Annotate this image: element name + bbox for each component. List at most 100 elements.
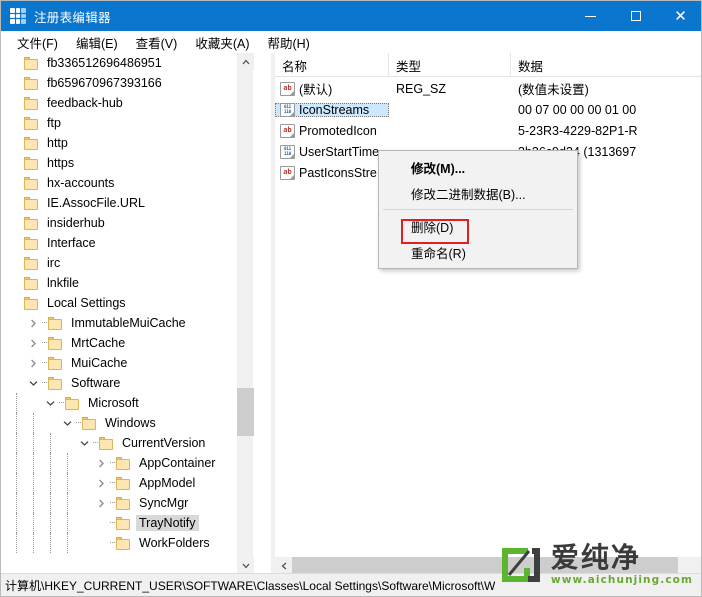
tree-node-currentversion[interactable]: CurrentVersion [1, 433, 253, 453]
tree-node-https[interactable]: https [1, 153, 253, 173]
value-name: UserStartTime [299, 144, 380, 159]
tree-node-appcontainer[interactable]: AppContainer [1, 453, 253, 473]
value-name-cell: ab (默认) [275, 79, 389, 98]
tree-node-http[interactable]: http [1, 133, 253, 153]
chevron-right-icon[interactable] [26, 353, 41, 373]
tree-node-local-settings[interactable]: Local Settings [1, 293, 253, 313]
tree-node-workfolders[interactable]: WorkFolders [1, 533, 253, 553]
tree-guide-dash [41, 373, 48, 393]
minimize-button[interactable] [568, 1, 613, 31]
tree-node-insiderhub[interactable]: insiderhub [1, 213, 253, 233]
context-menu-item-rename[interactable]: 重命名(R) [379, 239, 577, 265]
chevron-right-icon[interactable] [26, 313, 41, 333]
chevron-down-icon[interactable] [77, 433, 92, 453]
value-row[interactable]: ab (默认) REG_SZ (数值未设置) [275, 78, 701, 99]
chevron-down-icon[interactable] [43, 393, 58, 413]
context-menu-item-delete[interactable]: 删除(D) [379, 213, 577, 239]
tree-node-appmodel[interactable]: AppModel [1, 473, 253, 493]
list-scroll-left-button[interactable] [275, 557, 292, 574]
list-hscrollbar-thumb[interactable] [292, 557, 678, 574]
tree-node-fb659670967393166[interactable]: fb659670967393166 [1, 73, 253, 93]
tree-scroll-down-button[interactable] [237, 557, 254, 574]
chevron-right-icon[interactable] [26, 333, 41, 353]
tree-node-label: SyncMgr [139, 496, 189, 510]
tree-guide-line [16, 433, 17, 453]
folder-icon [116, 476, 131, 490]
value-data-cell: 5-23R3-4229-82P1-R [518, 123, 638, 138]
close-icon: ✕ [674, 6, 687, 25]
registry-tree[interactable]: fb336512696486951 fb659670967393166 feedba… [1, 53, 253, 574]
tree-node-microsoft[interactable]: Microsoft [1, 393, 253, 413]
context-menu-item-modify-binary[interactable]: 修改二进制数据(B)... [379, 180, 577, 206]
menu-edit[interactable]: 编辑(E) [67, 31, 127, 54]
binary-value-icon: 011 110 [280, 102, 295, 117]
folder-icon [116, 516, 131, 530]
tree-node-label: MuiCache [71, 356, 128, 370]
menu-favorites[interactable]: 收藏夹(A) [186, 31, 258, 54]
folder-icon [48, 376, 63, 390]
folder-icon [24, 236, 39, 250]
menu-view[interactable]: 查看(V) [127, 31, 187, 54]
value-name: PromotedIcon [299, 123, 377, 138]
tree-node-ftp[interactable]: ftp [1, 113, 253, 133]
column-header-type[interactable]: 类型 [389, 53, 511, 77]
tree-guide-line [50, 433, 51, 453]
tree-node-feedback-hub[interactable]: feedback-hub [1, 93, 253, 113]
chevron-right-icon[interactable] [94, 453, 109, 473]
list-horizontal-scrollbar[interactable] [275, 557, 701, 574]
tree-guide-dash [41, 353, 48, 373]
tree-guide-line [33, 433, 34, 453]
tree-node-windows[interactable]: Windows [1, 413, 253, 433]
chevron-down-icon[interactable] [60, 413, 75, 433]
tree-node-mrtcache[interactable]: MrtCache [1, 333, 253, 353]
tree-node-fb336512696486951[interactable]: fb336512696486951 [1, 53, 253, 73]
status-bar: 计算机\HKEY_CURRENT_USER\SOFTWARE\Classes\L… [1, 573, 701, 596]
tree-guide-dash [41, 333, 48, 353]
tree-node-label: IE.AssocFile.URL [47, 196, 145, 210]
value-row[interactable]: 011 110 IconStreams 00 07 00 00 00 01 00 [275, 99, 701, 120]
tree-node-syncmgr[interactable]: SyncMgr [1, 493, 253, 513]
title-bar: 注册表编辑器 ✕ [1, 1, 701, 31]
string-value-icon: ab [280, 81, 295, 96]
tree-scroll-up-button[interactable] [237, 53, 254, 70]
tree-node-ie-assocfile-url[interactable]: IE.AssocFile.URL [1, 193, 253, 213]
value-row[interactable]: ab PromotedIcon 5-23R3-4229-82P1-R [275, 120, 701, 141]
tree-scrollbar-thumb[interactable] [237, 388, 254, 436]
menu-help[interactable]: 帮助(H) [258, 31, 318, 54]
tree-node-label: Windows [105, 416, 156, 430]
tree-node-traynotify[interactable]: TrayNotify [1, 513, 253, 533]
tree-guide-line [16, 533, 17, 553]
context-menu-item-modify[interactable]: 修改(M)... [379, 154, 577, 180]
tree-node-irc[interactable]: irc [1, 253, 253, 273]
tree-guide-line [33, 413, 34, 433]
close-button[interactable]: ✕ [658, 1, 701, 31]
tree-node-lnkfile[interactable]: lnkfile [1, 273, 253, 293]
folder-icon [116, 456, 131, 470]
chevron-down-icon[interactable] [26, 373, 41, 393]
tree-node-software[interactable]: Software [1, 373, 253, 393]
tree-guide-dash [92, 433, 99, 453]
column-header-data[interactable]: 数据 [511, 53, 701, 77]
tree-node-label: MrtCache [71, 336, 126, 350]
tree-node-label: Local Settings [47, 296, 126, 310]
tree-guide-line [16, 473, 17, 493]
tree-vertical-scrollbar[interactable] [236, 53, 254, 574]
folder-icon [24, 196, 39, 210]
value-name: (默认) [299, 83, 333, 97]
maximize-button[interactable] [613, 1, 658, 31]
menu-file[interactable]: 文件(F) [8, 31, 67, 54]
tree-node-immutablemuicache[interactable]: ImmutableMuiCache [1, 313, 253, 333]
value-data-cell: (数值未设置) [518, 83, 589, 97]
column-header-name[interactable]: 名称 [275, 53, 389, 77]
chevron-right-icon[interactable] [94, 473, 109, 493]
chevron-right-icon[interactable] [94, 493, 109, 513]
tree-node-hx-accounts[interactable]: hx-accounts [1, 173, 253, 193]
registry-tree-pane: fb336512696486951 fb659670967393166 feedba… [1, 53, 273, 574]
tree-node-interface[interactable]: Interface [1, 233, 253, 253]
tree-guide-dash [109, 493, 116, 513]
tree-node-muicache[interactable]: MuiCache [1, 353, 253, 373]
tree-guide-dash [109, 453, 116, 473]
